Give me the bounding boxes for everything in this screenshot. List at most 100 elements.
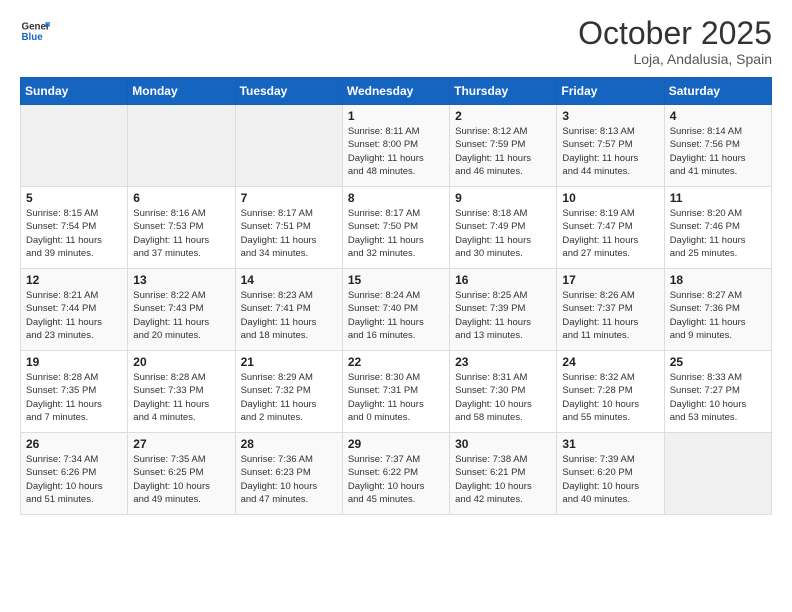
day-info: Sunrise: 8:23 AMSunset: 7:41 PMDaylight:… <box>241 289 337 342</box>
day-info: Sunrise: 8:30 AMSunset: 7:31 PMDaylight:… <box>348 371 444 424</box>
calendar-cell: 17 Sunrise: 8:26 AMSunset: 7:37 PMDayligh… <box>557 269 664 351</box>
day-info: Sunrise: 8:25 AMSunset: 7:39 PMDaylight:… <box>455 289 551 342</box>
svg-text:Blue: Blue <box>22 32 44 43</box>
calendar-cell: 21Sunrise: 8:29 AMSunset: 7:32 PMDayligh… <box>235 351 342 433</box>
day-info: Sunrise: 8:18 AMSunset: 7:49 PMDaylight:… <box>455 207 551 260</box>
calendar-cell: 4 Sunrise: 8:14 AMSunset: 7:56 PMDaylight… <box>664 105 771 187</box>
day-info: Sunrise: 8:33 AMSunset: 7:27 PMDaylight:… <box>670 371 766 424</box>
day-info: Sunrise: 7:38 AMSunset: 6:21 PMDaylight:… <box>455 453 551 506</box>
calendar-cell: 7Sunrise: 8:17 AMSunset: 7:51 PMDaylight… <box>235 187 342 269</box>
day-info: Sunrise: 8:32 AMSunset: 7:28 PMDaylight:… <box>562 371 658 424</box>
calendar-cell <box>664 433 771 515</box>
day-info: Sunrise: 8:14 AMSunset: 7:56 PMDaylight:… <box>670 125 766 178</box>
day-number: 2 <box>455 109 551 123</box>
day-info: Sunrise: 8:28 AMSunset: 7:35 PMDaylight:… <box>26 371 122 424</box>
day-number: 15 <box>348 273 444 287</box>
calendar-cell: 9 Sunrise: 8:18 AMSunset: 7:49 PMDaylight… <box>450 187 557 269</box>
calendar-cell: 23Sunrise: 8:31 AMSunset: 7:30 PMDayligh… <box>450 351 557 433</box>
calendar-cell: 14 Sunrise: 8:23 AMSunset: 7:41 PMDayligh… <box>235 269 342 351</box>
day-number: 16 <box>455 273 551 287</box>
day-number: 27 <box>133 437 229 451</box>
calendar-cell <box>21 105 128 187</box>
weekday-header-saturday: Saturday <box>664 78 771 105</box>
day-number: 14 <box>241 273 337 287</box>
day-number: 22 <box>348 355 444 369</box>
calendar-cell: 11 Sunrise: 8:20 AMSunset: 7:46 PMDayligh… <box>664 187 771 269</box>
day-number: 20 <box>133 355 229 369</box>
day-number: 4 <box>670 109 766 123</box>
calendar-cell: 2 Sunrise: 8:12 AMSunset: 7:59 PMDaylight… <box>450 105 557 187</box>
calendar-cell: 22 Sunrise: 8:30 AMSunset: 7:31 PMDayligh… <box>342 351 449 433</box>
calendar-week-1: 5Sunrise: 8:15 AMSunset: 7:54 PMDaylight… <box>21 187 772 269</box>
calendar-cell: 26 Sunrise: 7:34 AMSunset: 6:26 PMDayligh… <box>21 433 128 515</box>
calendar-cell <box>128 105 235 187</box>
day-number: 30 <box>455 437 551 451</box>
logo-icon: General Blue <box>20 16 50 46</box>
day-info: Sunrise: 8:17 AMSunset: 7:50 PMDaylight:… <box>348 207 444 260</box>
calendar-cell: 5Sunrise: 8:15 AMSunset: 7:54 PMDaylight… <box>21 187 128 269</box>
weekday-header-thursday: Thursday <box>450 78 557 105</box>
day-info: Sunrise: 8:29 AMSunset: 7:32 PMDaylight:… <box>241 371 337 424</box>
day-info: Sunrise: 8:28 AMSunset: 7:33 PMDaylight:… <box>133 371 229 424</box>
day-number: 29 <box>348 437 444 451</box>
day-info: Sunrise: 8:19 AMSunset: 7:47 PMDaylight:… <box>562 207 658 260</box>
calendar-cell: 19 Sunrise: 8:28 AMSunset: 7:35 PMDayligh… <box>21 351 128 433</box>
calendar-cell: 3 Sunrise: 8:13 AMSunset: 7:57 PMDaylight… <box>557 105 664 187</box>
logo: General Blue <box>20 16 50 46</box>
day-info: Sunrise: 8:21 AMSunset: 7:44 PMDaylight:… <box>26 289 122 342</box>
calendar-cell: 29 Sunrise: 7:37 AMSunset: 6:22 PMDayligh… <box>342 433 449 515</box>
calendar-cell: 10 Sunrise: 8:19 AMSunset: 7:47 PMDayligh… <box>557 187 664 269</box>
calendar-week-0: 1 Sunrise: 8:11 AMSunset: 8:00 PMDaylight… <box>21 105 772 187</box>
day-number: 9 <box>455 191 551 205</box>
calendar-cell: 6Sunrise: 8:16 AMSunset: 7:53 PMDaylight… <box>128 187 235 269</box>
calendar-subtitle: Loja, Andalusia, Spain <box>578 51 772 67</box>
weekday-header-row: SundayMondayTuesdayWednesdayThursdayFrid… <box>21 78 772 105</box>
day-number: 28 <box>241 437 337 451</box>
day-number: 24 <box>562 355 658 369</box>
day-info: Sunrise: 8:11 AMSunset: 8:00 PMDaylight:… <box>348 125 444 178</box>
day-info: Sunrise: 7:34 AMSunset: 6:26 PMDaylight:… <box>26 453 122 506</box>
day-info: Sunrise: 8:20 AMSunset: 7:46 PMDaylight:… <box>670 207 766 260</box>
day-number: 3 <box>562 109 658 123</box>
day-number: 7 <box>241 191 337 205</box>
day-number: 17 <box>562 273 658 287</box>
day-info: Sunrise: 7:37 AMSunset: 6:22 PMDaylight:… <box>348 453 444 506</box>
day-info: Sunrise: 7:35 AMSunset: 6:25 PMDaylight:… <box>133 453 229 506</box>
calendar-cell: 30 Sunrise: 7:38 AMSunset: 6:21 PMDayligh… <box>450 433 557 515</box>
day-number: 19 <box>26 355 122 369</box>
day-number: 26 <box>26 437 122 451</box>
day-number: 8 <box>348 191 444 205</box>
calendar-cell: 13Sunrise: 8:22 AMSunset: 7:43 PMDayligh… <box>128 269 235 351</box>
calendar-cell: 28Sunrise: 7:36 AMSunset: 6:23 PMDayligh… <box>235 433 342 515</box>
day-number: 31 <box>562 437 658 451</box>
calendar-cell <box>235 105 342 187</box>
calendar-week-3: 19 Sunrise: 8:28 AMSunset: 7:35 PMDayligh… <box>21 351 772 433</box>
day-info: Sunrise: 8:27 AMSunset: 7:36 PMDaylight:… <box>670 289 766 342</box>
calendar-cell: 18 Sunrise: 8:27 AMSunset: 7:36 PMDayligh… <box>664 269 771 351</box>
day-info: Sunrise: 8:24 AMSunset: 7:40 PMDaylight:… <box>348 289 444 342</box>
calendar-cell: 12 Sunrise: 8:21 AMSunset: 7:44 PMDayligh… <box>21 269 128 351</box>
day-number: 12 <box>26 273 122 287</box>
calendar-cell: 1 Sunrise: 8:11 AMSunset: 8:00 PMDaylight… <box>342 105 449 187</box>
header: General Blue October 2025 Loja, Andalusi… <box>20 16 772 67</box>
calendar-week-2: 12 Sunrise: 8:21 AMSunset: 7:44 PMDayligh… <box>21 269 772 351</box>
day-info: Sunrise: 8:13 AMSunset: 7:57 PMDaylight:… <box>562 125 658 178</box>
calendar-cell: 31 Sunrise: 7:39 AMSunset: 6:20 PMDayligh… <box>557 433 664 515</box>
calendar-week-4: 26 Sunrise: 7:34 AMSunset: 6:26 PMDayligh… <box>21 433 772 515</box>
calendar-cell: 24 Sunrise: 8:32 AMSunset: 7:28 PMDayligh… <box>557 351 664 433</box>
day-info: Sunrise: 8:26 AMSunset: 7:37 PMDaylight:… <box>562 289 658 342</box>
day-number: 18 <box>670 273 766 287</box>
day-number: 10 <box>562 191 658 205</box>
weekday-header-tuesday: Tuesday <box>235 78 342 105</box>
day-info: Sunrise: 7:39 AMSunset: 6:20 PMDaylight:… <box>562 453 658 506</box>
day-info: Sunrise: 8:12 AMSunset: 7:59 PMDaylight:… <box>455 125 551 178</box>
day-info: Sunrise: 8:16 AMSunset: 7:53 PMDaylight:… <box>133 207 229 260</box>
calendar-cell: 25Sunrise: 8:33 AMSunset: 7:27 PMDayligh… <box>664 351 771 433</box>
day-number: 1 <box>348 109 444 123</box>
calendar-table: SundayMondayTuesdayWednesdayThursdayFrid… <box>20 77 772 515</box>
calendar-cell: 27 Sunrise: 7:35 AMSunset: 6:25 PMDayligh… <box>128 433 235 515</box>
calendar-cell: 8 Sunrise: 8:17 AMSunset: 7:50 PMDaylight… <box>342 187 449 269</box>
page: General Blue October 2025 Loja, Andalusi… <box>0 0 792 612</box>
day-number: 11 <box>670 191 766 205</box>
calendar-title: October 2025 <box>578 16 772 51</box>
